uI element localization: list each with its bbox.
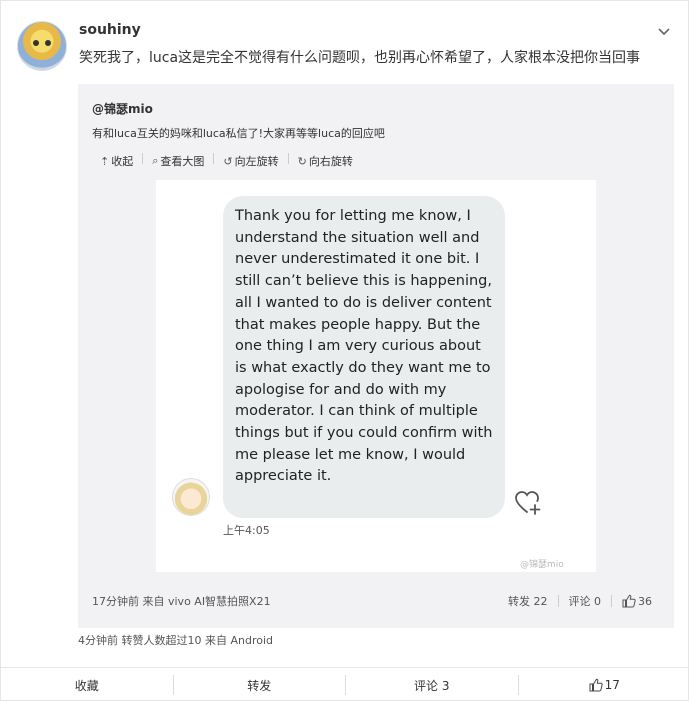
post-text: 笑死我了，luca这是完全不觉得有什么问题呗，也别再心怀希望了，人家根本没把你当… [79,50,641,66]
repost-forward-button[interactable]: 转发 22 [508,593,548,609]
divider [557,595,559,607]
collapse-label: 收起 [111,155,134,168]
rotate-right-button[interactable]: ↻ 向右旋转 [298,153,353,169]
rotate-left-label: 向左旋转 [234,155,279,168]
forward-button[interactable]: 转发 [174,677,346,694]
action-bar: 收藏 转发 评论 3 17 [1,667,689,701]
rotate-right-icon: ↻ [297,154,307,168]
message-time: 上午4:05 [223,524,270,537]
rotate-left-icon: ↺ [223,154,233,168]
like-count: 17 [604,678,620,692]
original-author[interactable]: @锦瑟mio [92,100,153,117]
divider [142,153,144,164]
favorite-button[interactable]: 收藏 [1,677,173,694]
rotate-left-button[interactable]: ↺ 向左旋转 [223,153,278,169]
divider [287,153,289,164]
post-image[interactable]: Thank you for letting me know, I underst… [156,180,596,572]
thumbs-up-icon [589,678,603,692]
reposted-content: @锦瑟mio 有和luca互关的妈咪和luca私信了!大家再等等luca的回应吧… [78,84,674,628]
chevron-down-icon[interactable] [656,23,672,39]
repost-like-count: 36 [638,594,652,608]
sender-avatar [172,478,210,516]
repost-comment-button[interactable]: 评论 0 [569,593,602,609]
repost-meta: 17分钟前 来自 vivo AI智慧拍照X21 [92,595,271,608]
collapse-button[interactable]: ⇡ 收起 [100,153,133,169]
repost-like-button[interactable]: 36 [622,594,652,608]
username[interactable]: souhiny [79,22,141,38]
search-icon: ⌕ [152,154,159,167]
post-meta: 4分钟前 转赞人数超过10 来自 Android [78,634,274,647]
thumbs-up-icon [622,594,636,608]
rotate-right-label: 向右旋转 [308,155,353,168]
view-large-button[interactable]: ⌕ 查看大图 [152,153,204,169]
image-toolbar: ⇡ 收起 ⌕ 查看大图 ↺ 向左旋转 ↻ 向右旋转 [100,153,353,169]
avatar[interactable] [17,21,67,71]
original-text: 有和luca互关的妈咪和luca私信了!大家再等等luca的回应吧 [92,127,385,140]
collapse-icon: ⇡ [100,154,110,168]
image-watermark: @锦瑟mio [520,560,564,570]
comment-button[interactable]: 评论 3 [346,677,518,694]
like-button[interactable]: 17 [519,678,689,692]
weibo-post-card: souhiny 笑死我了，luca这是完全不觉得有什么问题呗，也别再心怀希望了，… [0,0,689,701]
repost-stats: 转发 22 评论 0 36 [508,593,652,609]
divider [213,153,215,164]
heart-plus-icon [515,491,541,515]
message-bubble: Thank you for letting me know, I underst… [223,196,505,518]
divider [611,595,612,607]
view-large-label: 查看大图 [160,155,205,168]
